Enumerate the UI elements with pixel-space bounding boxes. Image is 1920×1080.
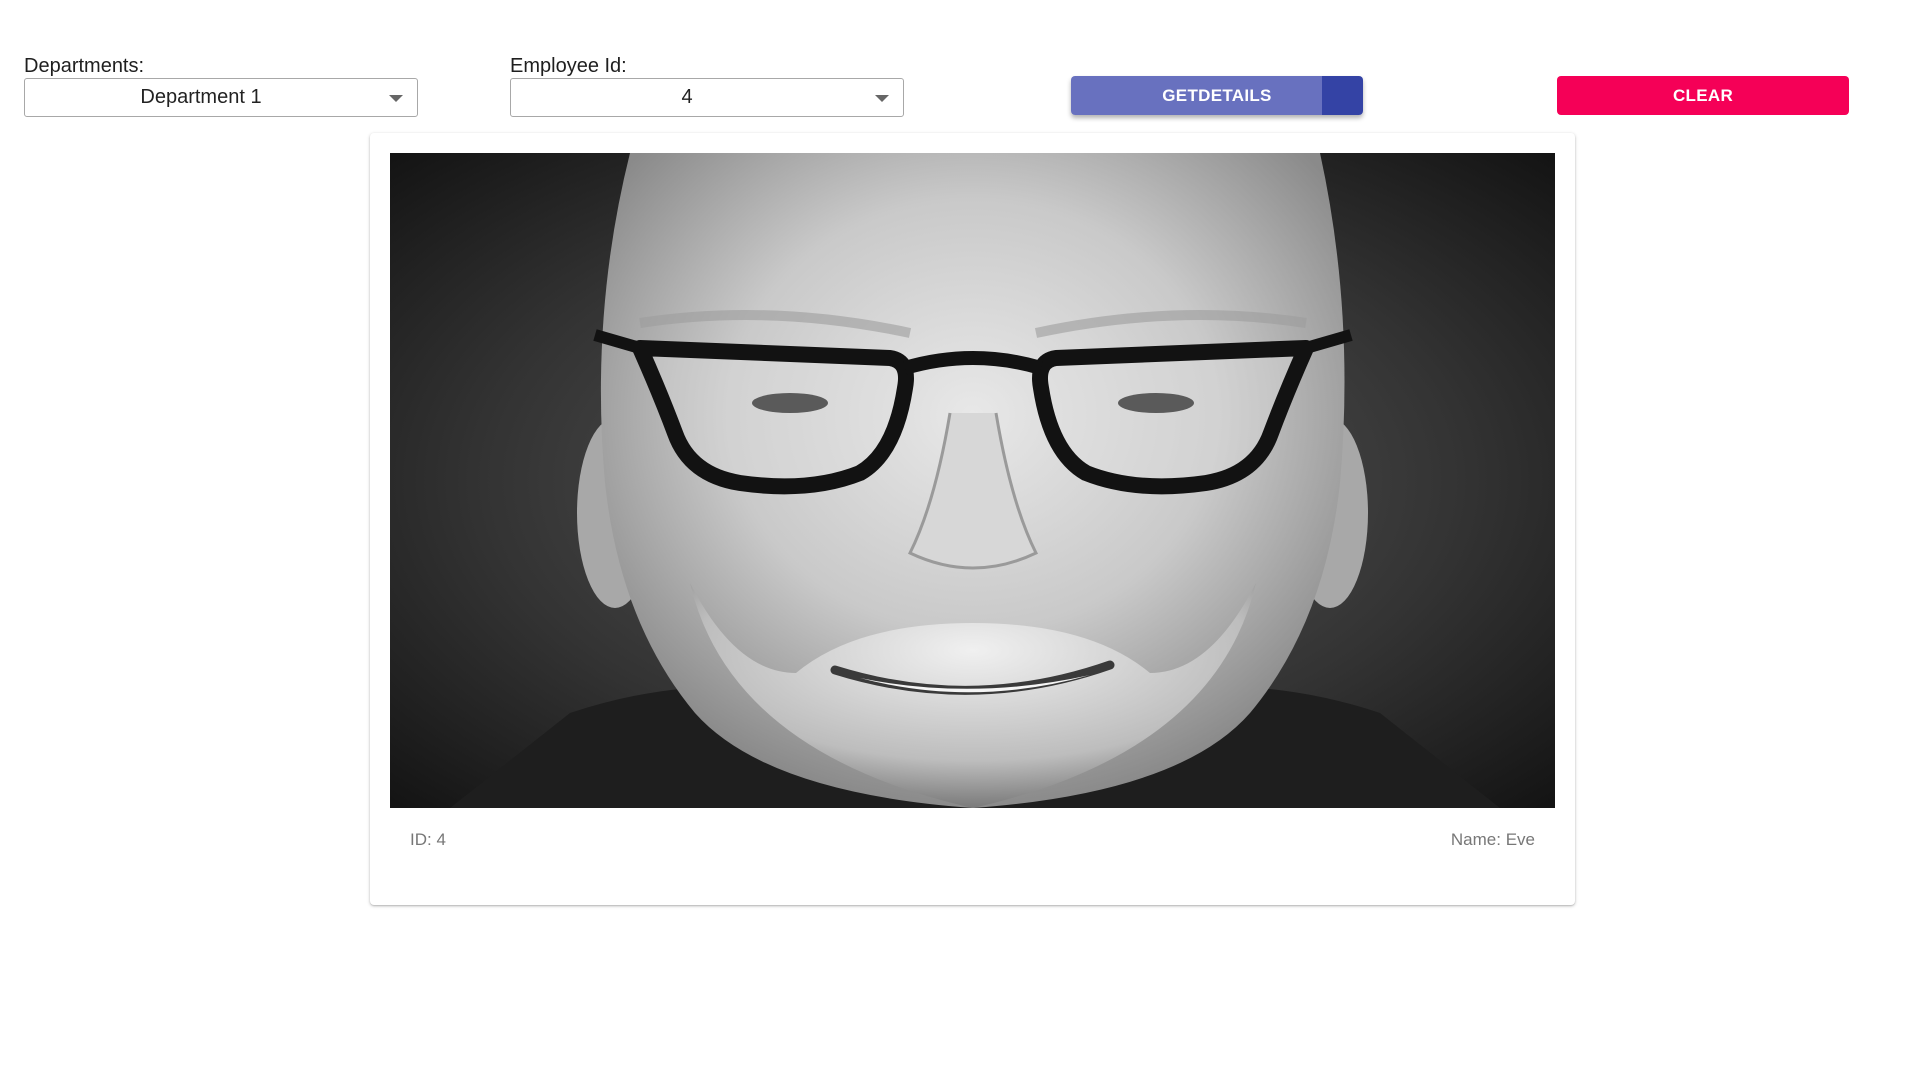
employee-photo (390, 153, 1555, 808)
employee-card: ID: 4 Name: Eve (370, 133, 1575, 905)
chevron-down-icon (389, 95, 403, 102)
employee-name-text: Name: Eve (1450, 830, 1535, 849)
departments-label: Departments: (24, 55, 145, 77)
departments-select-value: Department 1 (140, 86, 262, 108)
get-details-button[interactable]: GETDETAILS (1071, 76, 1363, 115)
departments-select[interactable]: Department 1 (24, 78, 418, 117)
employee-id-label: Employee Id: (510, 55, 627, 77)
clear-button[interactable]: CLEAR (1557, 76, 1849, 115)
employee-id-text: ID: 4 (410, 830, 446, 849)
employee-id-select-value: 4 (681, 86, 693, 108)
employee-id-select[interactable]: 4 (510, 78, 904, 117)
chevron-down-icon (875, 95, 889, 102)
